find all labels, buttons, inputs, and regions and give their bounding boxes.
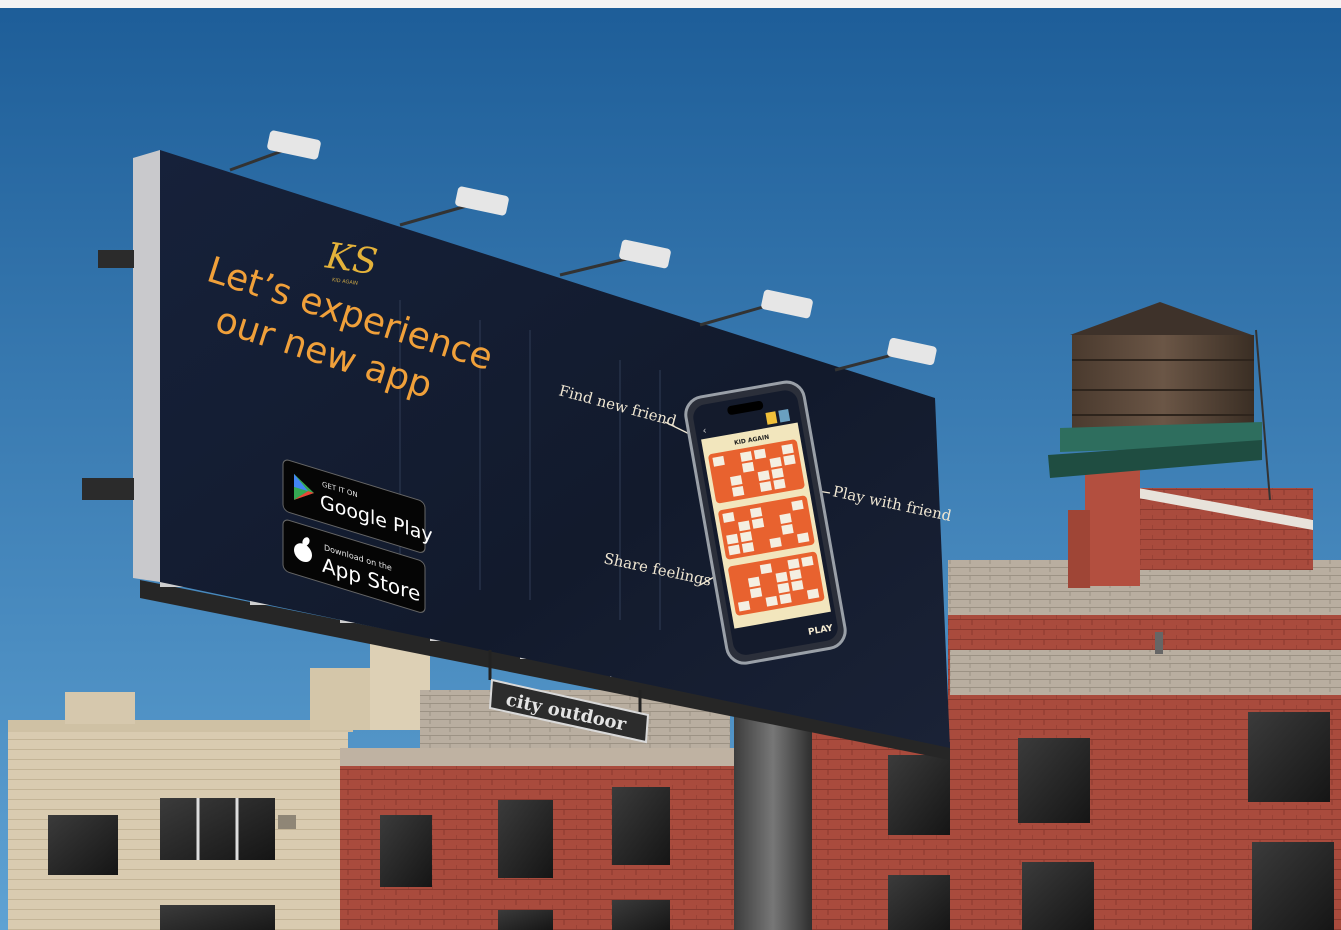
game-cell (730, 475, 743, 486)
game-cell (775, 571, 788, 583)
game-cell (757, 470, 771, 482)
game-cell (749, 587, 763, 599)
game-cell (726, 533, 739, 545)
game-cell (779, 593, 792, 605)
game-cell (777, 582, 790, 594)
phone-user-icon (765, 411, 778, 425)
game-cell (740, 451, 753, 462)
game-cell (759, 481, 772, 492)
game-cell (779, 513, 792, 524)
game-cell (731, 485, 745, 497)
game-cell (759, 563, 773, 575)
game-cell (773, 478, 786, 490)
billboard-photo: KS KID AGAIN Let’s experience our new ap… (0, 0, 1341, 930)
game-cell (741, 461, 755, 473)
game-cell (765, 595, 778, 607)
game-cell (797, 532, 810, 544)
billboard-pole (734, 715, 812, 930)
svg-text:KS: KS (322, 235, 380, 283)
game-cell (753, 448, 767, 460)
game-cell (791, 499, 804, 511)
game-cell (781, 524, 794, 535)
billboard-side-panel (133, 150, 160, 582)
phone-friend-icon (778, 408, 791, 423)
game-cell (728, 544, 741, 556)
game-cell (741, 542, 755, 553)
brick-building-front (340, 748, 740, 930)
game-cell (722, 512, 735, 523)
game-cell (738, 520, 751, 532)
game-cell (806, 588, 820, 600)
game-cell (769, 457, 782, 468)
game-cell (801, 556, 814, 567)
game-cell (712, 455, 725, 467)
game-cell (781, 443, 794, 455)
game-cell (749, 507, 763, 518)
game-cell (739, 531, 753, 543)
game-cell (737, 600, 751, 612)
top-white-band (0, 0, 1341, 8)
game-cell (783, 454, 796, 466)
game-cell (769, 537, 782, 549)
game-cell (787, 558, 800, 570)
game-cell (771, 467, 784, 479)
scene-svg: KS KID AGAIN Let’s experience our new ap… (0, 0, 1341, 930)
game-cell (791, 580, 804, 591)
game-cell (747, 576, 761, 588)
game-cell (789, 569, 802, 581)
game-cell (751, 518, 765, 529)
